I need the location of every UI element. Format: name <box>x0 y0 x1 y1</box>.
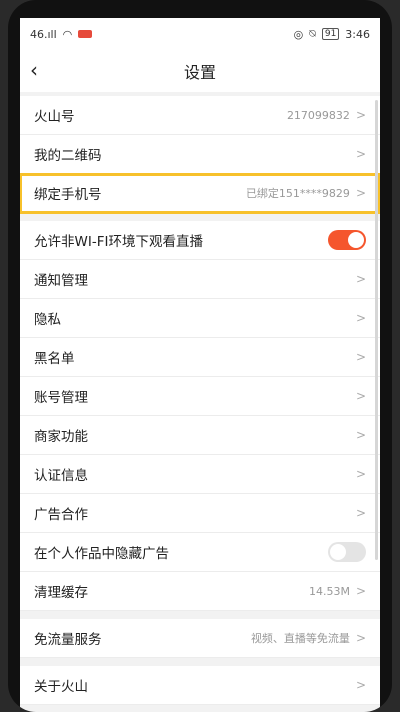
chevron-right-icon: > <box>355 350 366 364</box>
chevron-right-icon: > <box>355 311 366 325</box>
row-bind-phone[interactable]: 绑定手机号 已绑定151****9829 > <box>20 173 380 214</box>
signal-icon: 46.ıll <box>30 27 57 41</box>
data-free-group: 免流量服务 视频、直播等免流量 > <box>20 619 380 658</box>
row-about[interactable]: 关于火山 > <box>20 666 380 705</box>
row-merchant[interactable]: 商家功能 > <box>20 416 380 455</box>
chevron-right-icon: > <box>355 631 366 645</box>
clock: 3:46 <box>345 27 370 41</box>
wifi-icon: ◠ <box>62 27 73 41</box>
row-huoshan-id[interactable]: 火山号 217099832 > <box>20 96 380 135</box>
chevron-left-icon[interactable]: ‹ <box>30 58 38 82</box>
chevron-right-icon: > <box>355 506 366 520</box>
chevron-right-icon: > <box>355 108 366 122</box>
wifi-live-toggle[interactable] <box>328 230 366 250</box>
row-wifi-live: 允许非WI-FI环境下观看直播 <box>20 221 380 260</box>
chevron-right-icon: > <box>355 467 366 481</box>
headset-icon: ◎ <box>293 27 304 41</box>
page-title: 设置 <box>183 63 216 82</box>
chevron-right-icon: > <box>355 428 366 442</box>
row-data-free[interactable]: 免流量服务 视频、直播等免流量 > <box>20 619 380 658</box>
row-account-management[interactable]: 账号管理 > <box>20 377 380 416</box>
row-ad-cooperation[interactable]: 广告合作 > <box>20 494 380 533</box>
settings-group: 允许非WI-FI环境下观看直播 通知管理 > 隐私 > 黑名单 > 账号管理 >… <box>20 221 380 611</box>
chevron-right-icon: > <box>355 147 366 161</box>
chevron-right-icon: > <box>355 678 366 692</box>
row-notifications[interactable]: 通知管理 > <box>20 260 380 299</box>
row-blacklist[interactable]: 黑名单 > <box>20 338 380 377</box>
chevron-right-icon: > <box>355 584 366 598</box>
chevron-right-icon: > <box>355 389 366 403</box>
account-group: 火山号 217099832 > 我的二维码 > 绑定手机号 已绑定151****… <box>20 96 380 214</box>
row-privacy[interactable]: 隐私 > <box>20 299 380 338</box>
chevron-right-icon: > <box>355 272 366 286</box>
row-clear-cache[interactable]: 清理缓存 14.53M > <box>20 572 380 611</box>
mute-icon: ⍉ <box>309 27 316 40</box>
row-verification[interactable]: 认证信息 > <box>20 455 380 494</box>
nav-bar: ‹ 设置 <box>20 50 380 92</box>
chevron-right-icon: > <box>355 186 366 200</box>
scrollbar[interactable] <box>375 100 378 560</box>
status-bar: 46.ıll ◠ ◎ ⍉ 91 3:46 <box>20 18 380 50</box>
notification-icon <box>78 30 93 38</box>
phone-frame: 46.ıll ◠ ◎ ⍉ 91 3:46 ‹ 设置 火山号 217099832 … <box>8 0 392 712</box>
row-qr-code[interactable]: 我的二维码 > <box>20 135 380 174</box>
row-hide-ads: 在个人作品中隐藏广告 <box>20 533 380 572</box>
hide-ads-toggle[interactable] <box>328 542 366 562</box>
screen: 46.ıll ◠ ◎ ⍉ 91 3:46 ‹ 设置 火山号 217099832 … <box>20 18 380 712</box>
battery-icon: 91 <box>321 28 340 40</box>
about-group: 关于火山 > <box>20 666 380 705</box>
